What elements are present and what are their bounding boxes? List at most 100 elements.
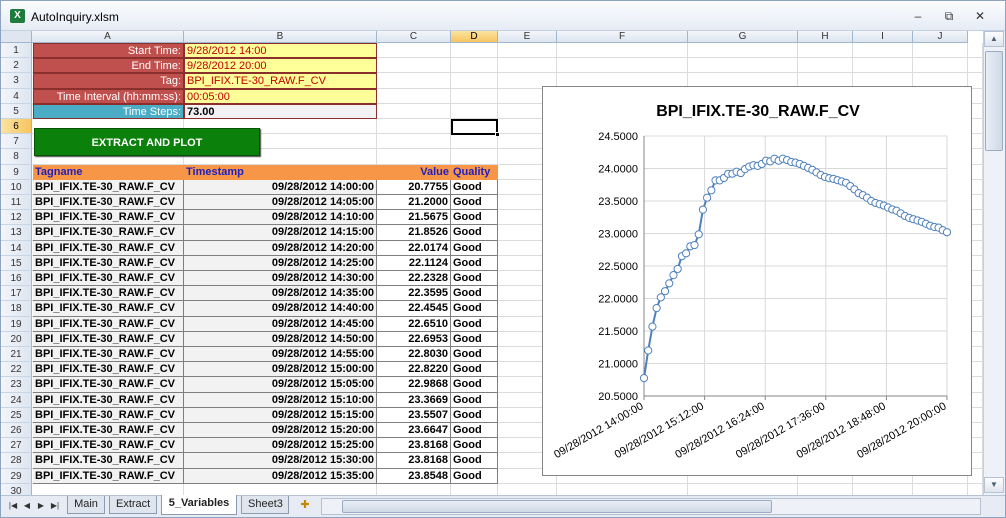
row-header-9[interactable]: 9 — [1, 164, 32, 180]
table-cell[interactable]: BPI_IFIX.TE-30_RAW.F_CV — [33, 438, 184, 454]
row-header-11[interactable]: 11 — [1, 195, 32, 211]
column-header-d[interactable]: D — [451, 31, 498, 43]
extract-and-plot-button[interactable]: EXTRACT AND PLOT — [34, 128, 260, 156]
table-cell[interactable]: 23.3669 — [377, 392, 451, 408]
scroll-up-icon[interactable]: ▲ — [984, 31, 1004, 47]
horizontal-scroll-thumb[interactable] — [342, 500, 772, 513]
param-value-field[interactable]: 9/28/2012 20:00 — [184, 58, 377, 74]
table-cell[interactable]: Good — [451, 316, 498, 332]
close-button[interactable]: ✕ — [969, 7, 991, 25]
table-cell[interactable]: 22.6953 — [377, 331, 451, 347]
table-cell[interactable]: BPI_IFIX.TE-30_RAW.F_CV — [33, 240, 184, 256]
table-cell[interactable]: 09/28/2012 14:05:00 — [184, 195, 377, 211]
table-cell[interactable]: BPI_IFIX.TE-30_RAW.F_CV — [33, 423, 184, 439]
table-cell[interactable]: 21.5675 — [377, 210, 451, 226]
table-cell[interactable]: 22.4545 — [377, 301, 451, 317]
table-cell[interactable]: 20.7755 — [377, 179, 451, 195]
table-cell[interactable]: 23.8548 — [377, 468, 451, 484]
table-cell[interactable]: Good — [451, 301, 498, 317]
table-cell[interactable]: 23.8168 — [377, 438, 451, 454]
table-cell[interactable]: 09/28/2012 14:25:00 — [184, 255, 377, 271]
column-header-f[interactable]: F — [557, 31, 688, 43]
table-cell[interactable]: Good — [451, 240, 498, 256]
vertical-scrollbar[interactable]: ▲ ▼ — [983, 31, 1005, 495]
table-cell[interactable]: 09/28/2012 14:00:00 — [184, 179, 377, 195]
row-header-7[interactable]: 7 — [1, 134, 32, 150]
row-header-18[interactable]: 18 — [1, 301, 32, 317]
row-header-5[interactable]: 5 — [1, 103, 32, 119]
table-cell[interactable]: 22.2328 — [377, 271, 451, 287]
table-cell[interactable]: Good — [451, 438, 498, 454]
table-cell[interactable]: 09/28/2012 15:05:00 — [184, 377, 377, 393]
table-cell[interactable]: 22.3595 — [377, 286, 451, 302]
table-cell[interactable]: 21.2000 — [377, 195, 451, 211]
row-header-23[interactable]: 23 — [1, 377, 32, 393]
row-header-20[interactable]: 20 — [1, 331, 32, 347]
table-cell[interactable]: 21.8526 — [377, 225, 451, 241]
table-cell[interactable]: 09/28/2012 14:40:00 — [184, 301, 377, 317]
table-cell[interactable]: Good — [451, 225, 498, 241]
table-cell[interactable]: BPI_IFIX.TE-30_RAW.F_CV — [33, 195, 184, 211]
row-header-17[interactable]: 17 — [1, 286, 32, 302]
horizontal-scrollbar[interactable] — [321, 498, 981, 515]
table-cell[interactable]: 09/28/2012 15:25:00 — [184, 438, 377, 454]
table-cell[interactable]: 09/28/2012 14:10:00 — [184, 210, 377, 226]
table-cell[interactable]: BPI_IFIX.TE-30_RAW.F_CV — [33, 225, 184, 241]
column-header-a[interactable]: A — [32, 31, 184, 43]
table-cell[interactable]: 09/28/2012 15:20:00 — [184, 423, 377, 439]
insert-worksheet-icon[interactable]: ✚ — [299, 499, 311, 511]
table-cell[interactable]: 09/28/2012 14:55:00 — [184, 347, 377, 363]
row-header-24[interactable]: 24 — [1, 392, 32, 408]
table-cell[interactable]: 23.8168 — [377, 453, 451, 469]
table-cell[interactable]: BPI_IFIX.TE-30_RAW.F_CV — [33, 377, 184, 393]
table-header-value[interactable]: Value — [377, 164, 451, 180]
last-sheet-icon[interactable]: ▶| — [49, 500, 61, 512]
table-cell[interactable]: Good — [451, 255, 498, 271]
row-header-19[interactable]: 19 — [1, 316, 32, 332]
row-header-2[interactable]: 2 — [1, 58, 32, 74]
table-cell[interactable]: BPI_IFIX.TE-30_RAW.F_CV — [33, 392, 184, 408]
select-all-corner[interactable] — [1, 31, 32, 43]
row-header-12[interactable]: 12 — [1, 210, 32, 226]
table-cell[interactable]: 22.8030 — [377, 347, 451, 363]
row-header-6[interactable]: 6 — [1, 119, 32, 135]
table-header-tagname[interactable]: Tagname — [33, 164, 184, 180]
table-header-timestamp[interactable]: Timestamp — [184, 164, 377, 180]
param-value-field[interactable]: BPI_IFIX.TE-30_RAW.F_CV — [184, 73, 377, 89]
column-header-c[interactable]: C — [377, 31, 451, 43]
table-cell[interactable]: BPI_IFIX.TE-30_RAW.F_CV — [33, 468, 184, 484]
table-cell[interactable]: 22.6510 — [377, 316, 451, 332]
table-cell[interactable]: 09/28/2012 15:35:00 — [184, 468, 377, 484]
table-cell[interactable]: 23.6647 — [377, 423, 451, 439]
row-header-15[interactable]: 15 — [1, 255, 32, 271]
table-cell[interactable]: Good — [451, 468, 498, 484]
table-cell[interactable]: 22.1124 — [377, 255, 451, 271]
sheet-tab-sheet3[interactable]: Sheet3 — [241, 496, 289, 514]
table-cell[interactable]: 09/28/2012 14:20:00 — [184, 240, 377, 256]
table-cell[interactable]: 22.9868 — [377, 377, 451, 393]
row-header-22[interactable]: 22 — [1, 362, 32, 378]
table-cell[interactable]: 09/28/2012 15:00:00 — [184, 362, 377, 378]
vertical-scroll-thumb[interactable] — [985, 51, 1003, 151]
table-cell[interactable]: BPI_IFIX.TE-30_RAW.F_CV — [33, 271, 184, 287]
row-header-13[interactable]: 13 — [1, 225, 32, 241]
row-header-28[interactable]: 28 — [1, 453, 32, 469]
table-cell[interactable]: BPI_IFIX.TE-30_RAW.F_CV — [33, 362, 184, 378]
table-cell[interactable]: BPI_IFIX.TE-30_RAW.F_CV — [33, 255, 184, 271]
table-cell[interactable]: BPI_IFIX.TE-30_RAW.F_CV — [33, 316, 184, 332]
table-cell[interactable]: 09/28/2012 15:30:00 — [184, 453, 377, 469]
table-cell[interactable]: Good — [451, 195, 498, 211]
row-header-29[interactable]: 29 — [1, 468, 32, 484]
param-value-field[interactable]: 00:05:00 — [184, 88, 377, 104]
row-header-26[interactable]: 26 — [1, 423, 32, 439]
param-value-field[interactable]: 73.00 — [184, 103, 377, 119]
table-cell[interactable]: 09/28/2012 14:30:00 — [184, 271, 377, 287]
table-cell[interactable]: BPI_IFIX.TE-30_RAW.F_CV — [33, 179, 184, 195]
table-cell[interactable]: BPI_IFIX.TE-30_RAW.F_CV — [33, 453, 184, 469]
table-cell[interactable]: 23.5507 — [377, 407, 451, 423]
table-cell[interactable]: 09/28/2012 14:35:00 — [184, 286, 377, 302]
sheet-tab-extract[interactable]: Extract — [109, 496, 157, 514]
column-header-i[interactable]: I — [853, 31, 913, 43]
sheet-tab-main[interactable]: Main — [67, 496, 105, 514]
table-cell[interactable]: BPI_IFIX.TE-30_RAW.F_CV — [33, 407, 184, 423]
